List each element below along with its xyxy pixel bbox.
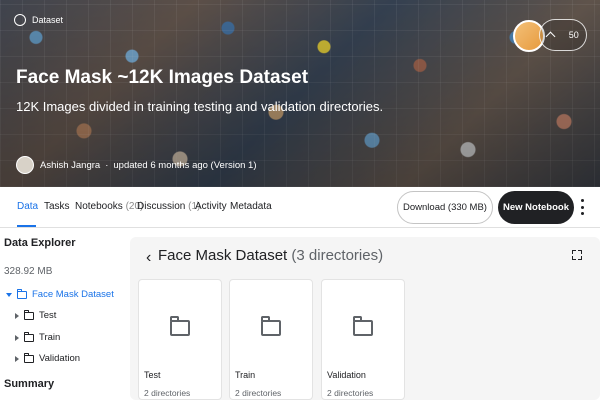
active-tab-indicator <box>17 225 36 227</box>
more-options-icon[interactable] <box>580 199 584 215</box>
tree-item-train[interactable]: Train <box>15 331 60 343</box>
summary-heading: Summary <box>4 378 55 390</box>
vote-count: 50 <box>568 30 579 40</box>
download-button[interactable]: Download (330 MB) <box>397 191 493 224</box>
dataset-badge-label: Dataset <box>32 15 64 25</box>
author-line: Ashish Jangra · updated 6 months ago (Vers… <box>40 160 257 171</box>
upvote-button[interactable]: 50 <box>539 19 587 51</box>
folder-icon <box>261 316 281 336</box>
folder-icon <box>17 288 27 299</box>
updated-info: updated 6 months ago (Version 1) <box>113 160 257 171</box>
caret-down-icon[interactable] <box>6 292 12 297</box>
dataset-icon <box>14 14 26 26</box>
panel-title: Face Mask Dataset (3 directories) <box>158 247 384 264</box>
directory-card-test[interactable]: Test 2 directories <box>138 279 222 400</box>
tab-activity[interactable]: Activity <box>195 201 227 212</box>
tab-data[interactable]: Data <box>17 201 38 212</box>
dataset-subtitle: 12K Images divided in training testing a… <box>16 99 384 114</box>
chevron-up-icon <box>545 31 556 42</box>
folder-icon <box>24 331 34 342</box>
back-chevron-icon[interactable]: ‹ <box>146 249 151 267</box>
folder-icon <box>24 309 34 320</box>
caret-right-icon[interactable] <box>15 355 19 362</box>
tab-notebooks[interactable]: Notebooks (20) <box>75 201 143 212</box>
dataset-size: 328.92 MB <box>4 266 53 277</box>
new-notebook-button[interactable]: New Notebook <box>498 191 574 224</box>
dataset-header-banner <box>0 0 600 187</box>
fullscreen-icon[interactable] <box>572 250 582 260</box>
author-avatar[interactable] <box>16 156 34 174</box>
directory-card-train[interactable]: Train 2 directories <box>229 279 313 400</box>
tab-metadata[interactable]: Metadata <box>230 201 272 212</box>
tree-item-test[interactable]: Test <box>15 309 56 321</box>
folder-icon <box>24 352 34 363</box>
author-name[interactable]: Ashish Jangra <box>40 160 100 171</box>
folder-icon <box>170 316 190 336</box>
caret-right-icon[interactable] <box>15 334 19 341</box>
dataset-title: Face Mask ~12K Images Dataset <box>16 67 309 88</box>
folder-icon <box>353 316 373 336</box>
dataset-badge: Dataset <box>14 14 63 26</box>
tree-item-face-mask-dataset[interactable]: Face Mask Dataset <box>6 288 114 300</box>
data-explorer-heading: Data Explorer <box>4 237 76 249</box>
tab-tasks[interactable]: Tasks <box>44 201 70 212</box>
caret-right-icon[interactable] <box>15 312 19 319</box>
tab-discussion[interactable]: Discussion (1) <box>137 201 200 212</box>
directory-card-validation[interactable]: Validation 2 directories <box>321 279 405 400</box>
tree-item-validation[interactable]: Validation <box>15 352 80 364</box>
